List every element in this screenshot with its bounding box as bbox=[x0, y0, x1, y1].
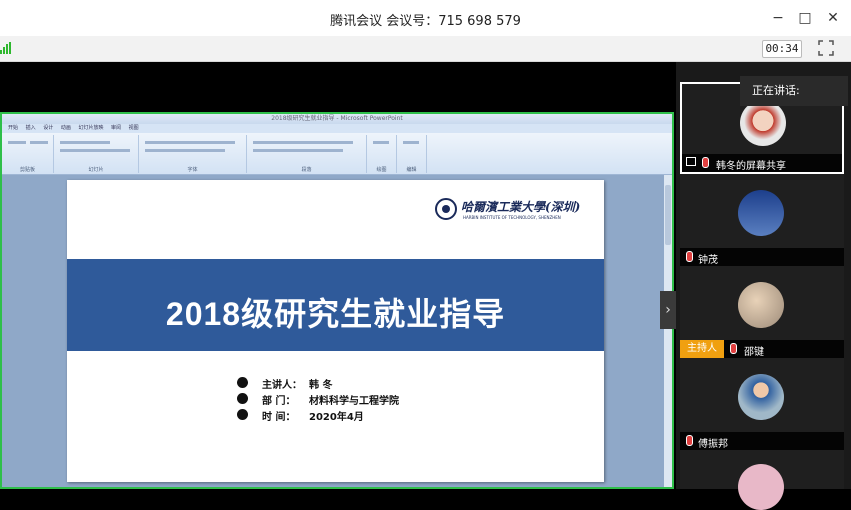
mic-muted-icon bbox=[686, 435, 693, 446]
ppt-menu-item: 插入 bbox=[25, 125, 36, 131]
signal-strength-icon bbox=[0, 42, 11, 54]
avatar bbox=[738, 374, 784, 420]
collapse-sidebar-button[interactable]: › bbox=[660, 291, 676, 329]
speaking-indicator: 正在讲话: bbox=[740, 76, 848, 106]
ribbon-group-caption: 段落 bbox=[301, 167, 312, 173]
ppt-scrollbar[interactable] bbox=[664, 175, 672, 487]
info-value: 材料科学与工程学院 bbox=[309, 396, 399, 407]
ribbon-group-caption: 编辑 bbox=[406, 167, 417, 173]
slide-editor-area: 哈爾濱工業大學(深圳) HARBIN INSTITUTE OF TECHNOLO… bbox=[2, 175, 672, 487]
logo-english-text: HARBIN INSTITUTE OF TECHNOLOGY, SHENZHEN bbox=[463, 215, 561, 220]
participant-namebar: 韩冬的屏幕共享 bbox=[682, 154, 842, 172]
fullscreen-icon[interactable] bbox=[818, 40, 834, 56]
ribbon-group: 段落 bbox=[247, 135, 367, 173]
ribbon-group-caption: 剪贴板 bbox=[19, 167, 35, 173]
ppt-window-title: 2018级研究生就业指导 - Microsoft PowerPoint bbox=[2, 114, 672, 124]
ribbon-group: 编辑 bbox=[397, 135, 427, 173]
avatar bbox=[740, 100, 786, 146]
ppt-menu-item: 幻灯片放映 bbox=[78, 125, 104, 131]
participant-sidebar: 韩冬的屏幕共享 钟茂 主持人 邵键 傅振邦 bbox=[676, 62, 851, 510]
ribbon-group: 绘图 bbox=[367, 135, 397, 173]
participant-namebar: 钟茂 bbox=[680, 248, 844, 266]
ppt-menu-bar: 开始 插入 设计 动画 幻灯片放映 审阅 视图 bbox=[2, 124, 672, 133]
ribbon-group: 剪贴板 bbox=[2, 135, 54, 173]
presentation-slide: 哈爾濱工業大學(深圳) HARBIN INSTITUTE OF TECHNOLO… bbox=[67, 180, 604, 482]
info-label: 部 门： bbox=[262, 396, 296, 407]
ppt-menu-item: 审阅 bbox=[111, 125, 122, 131]
ppt-menu-item: 视图 bbox=[128, 125, 139, 131]
scrollbar-thumb[interactable] bbox=[665, 185, 671, 245]
host-badge: 主持人 bbox=[680, 340, 724, 358]
ribbon-group: 字体 bbox=[139, 135, 247, 173]
mic-muted-icon bbox=[730, 343, 737, 354]
minimize-button[interactable]: − bbox=[768, 8, 788, 28]
slide-title: 2018级研究生就业指导 bbox=[165, 296, 506, 332]
participant-tile[interactable]: 主持人 邵键 bbox=[680, 266, 844, 358]
meeting-timer: 00:34 bbox=[762, 40, 802, 58]
participant-name: 钟茂 bbox=[698, 255, 718, 266]
home-icon bbox=[237, 409, 248, 420]
info-value: 韩 冬 bbox=[309, 380, 333, 391]
meeting-toolbar: 00:34 bbox=[0, 36, 851, 62]
participant-tile[interactable]: 钟茂 bbox=[680, 174, 844, 266]
participant-namebar: 主持人 邵键 bbox=[680, 340, 844, 358]
microphone-icon bbox=[237, 377, 248, 388]
info-label: 主讲人： bbox=[262, 380, 302, 391]
ribbon-group-caption: 字体 bbox=[187, 167, 198, 173]
university-seal-icon bbox=[435, 198, 457, 220]
participant-name: 邵键 bbox=[744, 347, 764, 358]
info-label: 时 间： bbox=[262, 412, 296, 423]
window-title: 腾讯会议 会议号：715 698 579 bbox=[330, 14, 521, 29]
compass-icon bbox=[237, 393, 248, 404]
info-value: 2020年4月 bbox=[309, 412, 364, 423]
shared-screen: 2018级研究生就业指导 - Microsoft PowerPoint 开始 插… bbox=[0, 112, 674, 489]
main-stage: 2018级研究生就业指导 - Microsoft PowerPoint 开始 插… bbox=[0, 62, 676, 489]
logo-chinese-text: 哈爾濱工業大學(深圳) bbox=[461, 200, 581, 214]
participant-tile[interactable] bbox=[680, 450, 844, 510]
mic-muted-icon bbox=[686, 251, 693, 262]
mic-muted-icon bbox=[702, 157, 709, 168]
university-logo: 哈爾濱工業大學(深圳) HARBIN INSTITUTE OF TECHNOLO… bbox=[435, 196, 585, 226]
participant-name: 傅振邦 bbox=[698, 439, 728, 450]
ppt-menu-item: 开始 bbox=[8, 125, 19, 131]
ribbon-group-caption: 绘图 bbox=[376, 167, 387, 173]
participant-tile[interactable]: 傅振邦 bbox=[680, 358, 844, 450]
title-banner: 2018级研究生就业指导 bbox=[67, 259, 604, 351]
ppt-ribbon: 剪贴板 幻灯片 字体 段落 绘图 编辑 bbox=[2, 133, 672, 175]
avatar bbox=[738, 282, 784, 328]
maximize-button[interactable]: □ bbox=[795, 8, 815, 28]
ribbon-group: 幻灯片 bbox=[54, 135, 139, 173]
title-bar: 腾讯会议 会议号：715 698 579 − □ ✕ bbox=[0, 0, 851, 36]
ppt-menu-item: 设计 bbox=[43, 125, 54, 131]
participant-namebar: 傅振邦 bbox=[680, 432, 844, 450]
screen-share-icon bbox=[686, 157, 696, 166]
avatar bbox=[738, 190, 784, 236]
avatar bbox=[738, 464, 784, 510]
participant-name: 韩冬的屏幕共享 bbox=[716, 161, 786, 172]
ppt-menu-item: 动画 bbox=[60, 125, 71, 131]
close-button[interactable]: ✕ bbox=[823, 8, 843, 28]
ribbon-group-caption: 幻灯片 bbox=[88, 167, 104, 173]
